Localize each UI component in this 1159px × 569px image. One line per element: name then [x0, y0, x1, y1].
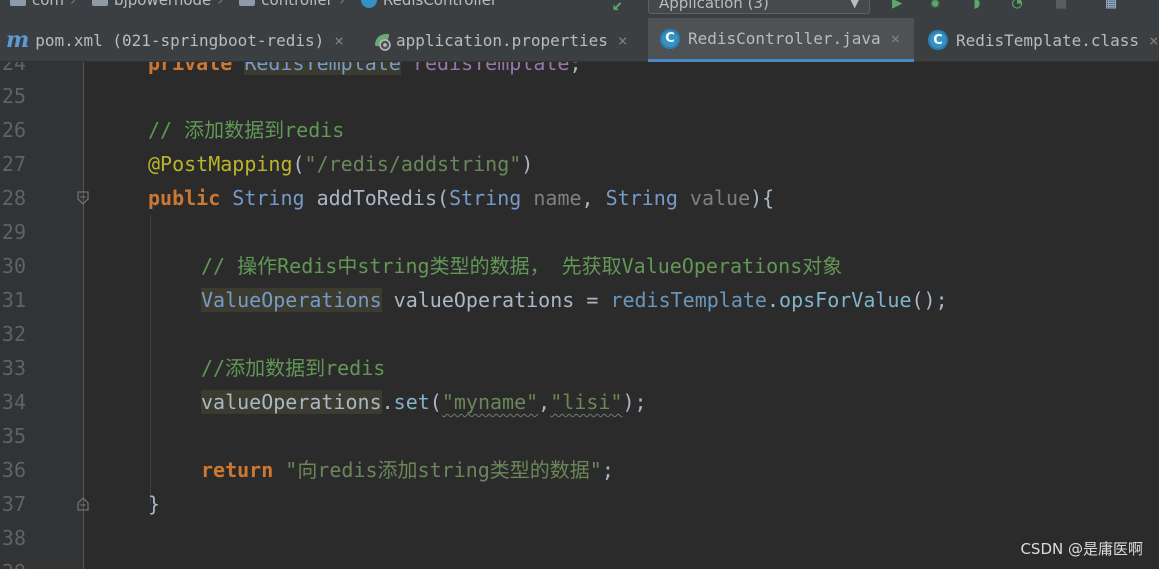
tab-label: pom.xml (021-springboot-redis) [35, 30, 325, 50]
breadcrumb-item-com[interactable]: com [0, 0, 64, 9]
close-icon[interactable]: × [618, 31, 628, 50]
breadcrumb-separator: › [338, 0, 345, 9]
breadcrumb: com › bjpowernode › controller › RedisCo… [0, 0, 497, 10]
fold-icon[interactable] [75, 496, 91, 512]
run-configuration-label: Application (3) [659, 0, 769, 12]
project-structure-icon[interactable]: ▦ [1106, 0, 1116, 13]
code-line-32: 32 [0, 317, 1159, 351]
run-icon[interactable]: ▶ [892, 0, 902, 13]
line-number: 29 [1, 220, 26, 244]
breadcrumb-separator: › [217, 0, 224, 9]
tab-redistemplate-class[interactable]: C RedisTemplate.class × [928, 18, 1159, 62]
code-text: return "向redis添加string类型的数据"; [201, 458, 614, 482]
breadcrumb-label: bjpowernode [114, 0, 212, 9]
line-number: 38 [1, 526, 26, 550]
code-line-29: 29 [0, 215, 1159, 249]
chevron-down-icon: ▼ [850, 0, 859, 10]
line-number: 31 [1, 288, 26, 312]
code-line-28: 28 public String addToRedis(String name,… [0, 181, 1159, 215]
breadcrumb-label: com [32, 0, 65, 9]
line-number: 24 [1, 62, 26, 75]
code-line-24: 24 ◉⇇ private RedisTemplate redisTemplat… [0, 62, 1159, 80]
line-number: 33 [1, 356, 26, 380]
run-configuration-select[interactable]: Application (3) ▼ [648, 0, 870, 14]
tab-pom-xml[interactable]: m pom.xml (021-springboot-redis) × [6, 18, 358, 62]
line-number: 32 [1, 322, 26, 346]
breadcrumb-item-controller[interactable]: controller [229, 0, 333, 9]
class-icon: C [928, 30, 948, 50]
stop-icon[interactable]: ■ [1056, 0, 1066, 13]
tab-application-properties[interactable]: application.properties × [372, 18, 644, 62]
line-number: 28 [1, 186, 26, 210]
back-arrow-icon[interactable]: ↙ [612, 0, 623, 15]
code-text: valueOperations.set("myname","lisi"); [201, 390, 647, 414]
tab-label: application.properties [396, 30, 608, 50]
breadcrumb-item-bjpowernode[interactable]: bjpowernode [82, 0, 211, 9]
code-text: } [148, 492, 161, 516]
line-number: 37 [1, 492, 26, 516]
code-line-30: 30 // 操作Redis中string类型的数据， 先获取ValueOpera… [0, 249, 1159, 283]
code-text: @PostMapping("/redis/addstring") [148, 152, 534, 176]
tab-rediscontroller-java[interactable]: C RedisController.java × [648, 18, 914, 62]
folder-icon [92, 0, 109, 6]
code-line-31: 31 ValueOperations valueOperations = red… [0, 283, 1159, 317]
line-number: 26 [1, 118, 26, 142]
line-number: 30 [1, 254, 26, 278]
watermark: CSDN @是庸医啊 [1020, 540, 1143, 558]
code-comment: // 操作Redis中string类型的数据， 先获取ValueOperatio… [201, 254, 843, 278]
folder-icon [239, 0, 256, 6]
profile-icon[interactable]: ◔ [1012, 0, 1022, 13]
line-number: 34 [1, 390, 26, 414]
breadcrumb-label: RedisController [382, 0, 498, 9]
code-line-37: 37 } [0, 487, 1159, 521]
line-number: 35 [1, 424, 26, 448]
class-icon [360, 0, 377, 8]
code-line-35: 35 [0, 419, 1159, 453]
line-number: 36 [1, 458, 26, 482]
close-icon[interactable]: × [891, 29, 901, 48]
code-text: public String addToRedis(String name, St… [148, 186, 775, 210]
code-line-34: 34 valueOperations.set("myname","lisi"); [0, 385, 1159, 419]
class-icon: C [660, 28, 680, 49]
fold-icon[interactable] [75, 190, 91, 206]
line-number: 27 [1, 152, 26, 176]
breadcrumb-label: controller [261, 0, 333, 9]
folder-icon [10, 0, 26, 6]
tab-label: RedisTemplate.class [956, 30, 1140, 50]
spring-properties-icon [372, 31, 391, 51]
code-line-36: 36 return "向redis添加string类型的数据"; [0, 453, 1159, 487]
code-editor[interactable]: 24 ◉⇇ private RedisTemplate redisTemplat… [0, 62, 1159, 569]
breadcrumb-separator: › [70, 0, 77, 9]
breadcrumb-item-rediscontroller[interactable]: RedisController [351, 0, 497, 9]
coverage-icon[interactable]: ◗ [972, 0, 982, 13]
code-line-25: 25 [0, 79, 1159, 113]
code-line-27: 27 @PostMapping("/redis/addstring") [0, 147, 1159, 181]
code-comment: //添加数据到redis [201, 356, 386, 380]
line-number: 25 [1, 84, 26, 108]
navigation-bar: com › bjpowernode › controller › RedisCo… [0, 0, 1159, 18]
code-line-38: 38 [0, 521, 1159, 555]
editor-tab-bar: m pom.xml (021-springboot-redis) × appli… [0, 18, 1159, 62]
code-text: private RedisTemplate redisTemplate; [148, 62, 582, 80]
autowired-gutter-icon[interactable]: ◉⇇ [34, 62, 51, 64]
close-icon[interactable]: × [1149, 31, 1159, 50]
debug-icon[interactable]: ✹ [930, 0, 940, 13]
maven-icon: m [6, 27, 30, 53]
code-line-26: 26 // 添加数据到redis [0, 113, 1159, 147]
code-line-39: 39 [0, 555, 1159, 569]
tab-label: RedisController.java [688, 29, 881, 48]
close-icon[interactable]: × [334, 31, 344, 50]
code-text: ValueOperations valueOperations = redisT… [201, 288, 948, 312]
code-line-33: 33 //添加数据到redis [0, 351, 1159, 385]
code-comment: // 添加数据到redis [148, 118, 345, 142]
line-number: 39 [0, 555, 26, 569]
